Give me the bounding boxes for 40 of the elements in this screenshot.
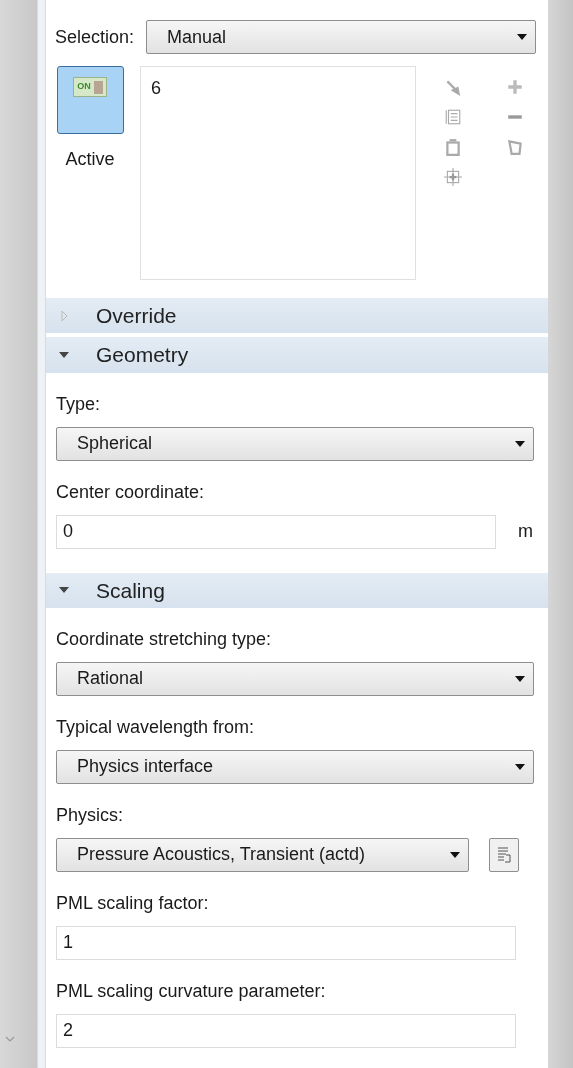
input-field[interactable]: 0 xyxy=(56,514,496,549)
section-header[interactable]: Scaling xyxy=(46,572,548,608)
collapsed-arrow-icon xyxy=(58,309,70,322)
field-label: Center coordinate: xyxy=(56,480,206,504)
bucket-icon[interactable] xyxy=(506,138,524,156)
input-field[interactable]: 2 xyxy=(56,1014,516,1048)
plus-icon[interactable] xyxy=(506,78,524,96)
list-item[interactable]: 6 xyxy=(151,75,415,102)
section-header[interactable]: Geometry xyxy=(46,337,548,373)
on-switch-icon: ON xyxy=(73,77,107,97)
dropdown[interactable]: Pressure Acoustics, Transient (actd) xyxy=(56,838,469,872)
dropdown[interactable]: Manual xyxy=(146,20,536,54)
unit-label: m xyxy=(518,520,533,544)
field-label: Physics: xyxy=(56,804,125,827)
zoom-selection-icon[interactable] xyxy=(444,168,462,186)
dropdown[interactable]: Physics interface xyxy=(56,750,534,784)
document-arrow-icon xyxy=(495,845,513,865)
clipboard-icon[interactable] xyxy=(444,138,462,156)
caret-icon xyxy=(517,34,527,40)
caret-icon xyxy=(450,852,460,858)
pointer-icon[interactable] xyxy=(444,78,462,96)
caret-icon xyxy=(515,440,525,447)
input-field[interactable]: 1 xyxy=(56,926,516,960)
field-label: PML scaling factor: xyxy=(56,892,210,915)
active-label: Active xyxy=(65,148,115,171)
selection-label: Selection: xyxy=(55,25,135,49)
field-label: Typical wavelength from: xyxy=(56,716,256,739)
dropdown[interactable]: Rational xyxy=(56,662,534,696)
caret-icon xyxy=(515,764,525,770)
physics-settings-button[interactable] xyxy=(489,838,519,872)
dropdown[interactable]: Spherical xyxy=(56,426,534,461)
field-label: Coordinate stretching type: xyxy=(56,628,273,651)
list-icon[interactable] xyxy=(444,108,462,126)
section-header[interactable]: Override xyxy=(46,298,548,334)
caret-icon xyxy=(515,676,525,682)
field-label: Type: xyxy=(56,392,102,416)
selection-list[interactable]: 6 xyxy=(140,66,416,280)
chevron-down-icon[interactable] xyxy=(5,1036,15,1043)
field-label: PML scaling curvature parameter: xyxy=(56,980,327,1003)
scrollbar-track[interactable] xyxy=(548,0,573,1068)
